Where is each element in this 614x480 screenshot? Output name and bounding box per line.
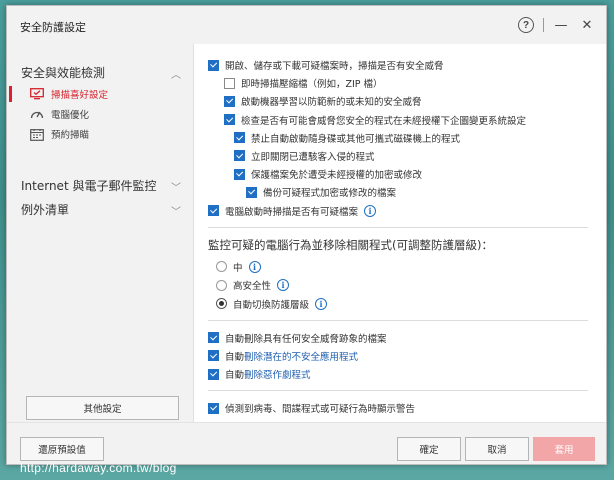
cancel-button[interactable]: 取消 — [465, 437, 529, 461]
ok-button[interactable]: 確定 — [397, 437, 461, 461]
calendar-icon — [29, 127, 45, 141]
joke-programs-link[interactable]: 刪除惡作劇程式 — [244, 367, 311, 381]
checkbox[interactable] — [246, 186, 257, 198]
nav-group-label: 例外清單 — [21, 202, 70, 217]
checkbox[interactable] — [208, 59, 219, 71]
window-title: 安全防護設定 — [20, 21, 86, 34]
sidebar: 安全與效能檢測 ︿ 掃描喜好設定 電腦優化 預約掃瞄 Internet 與電子郵… — [7, 44, 193, 422]
reset-defaults-button[interactable]: 還原預設值 — [20, 437, 104, 461]
divider — [208, 319, 588, 321]
nav-group-label: Internet 與電子郵件監控 — [21, 178, 157, 193]
radio-button[interactable] — [216, 261, 227, 272]
footer: 還原預設值 確定 取消 套用 — [7, 422, 606, 464]
title-divider — [543, 18, 544, 32]
monitor-icon — [29, 87, 45, 101]
sidebar-item-label: 掃描喜好設定 — [51, 90, 109, 101]
option-backup-files: 備份可疑程式加密或修改的檔案 — [208, 184, 606, 200]
option-label: 禁止自動啟動隨身碟或其他可攜式磁碟機上的程式 — [251, 133, 461, 145]
checkbox[interactable] — [208, 350, 219, 362]
option-label: 即時掃描壓縮檔（例如，ZIP 檔） — [241, 79, 383, 91]
checkbox[interactable] — [208, 402, 219, 414]
window-controls: ? — ✕ — [513, 14, 600, 36]
checkbox[interactable] — [208, 332, 219, 344]
info-icon[interactable]: i — [277, 279, 290, 292]
checkbox[interactable] — [208, 205, 219, 216]
radio-button[interactable] — [216, 279, 227, 291]
chevron-up-icon: ︿ — [171, 70, 181, 81]
radio-button[interactable] — [216, 298, 227, 310]
option-label: 檢查是否有可能會威脅您安全的程式在未經授權下企圖變更系統設定 — [241, 115, 527, 127]
behavior-section-title: 監控可疑的電腦行為並移除相關程式(可調整防護層級)： — [208, 237, 493, 252]
radio-label: 自動切換防護層級 — [233, 299, 310, 311]
chevron-down-icon: ﹀ — [171, 207, 181, 218]
option-block-autorun: 禁止自動啟動隨身碟或其他可攜式磁碟機上的程式 — [208, 130, 606, 146]
checkbox[interactable] — [224, 95, 235, 107]
sidebar-item-optimize[interactable]: 電腦優化 — [7, 104, 193, 124]
chevron-down-icon: ﹀ — [171, 183, 181, 194]
nav-group-security[interactable]: 安全與效能檢測 ︿ — [7, 60, 193, 84]
option-label: 開啟、儲存或下載可疑檔案時，掃描是否有安全威脅 — [225, 61, 444, 72]
divider — [208, 226, 588, 228]
option-label: 備份可疑程式加密或修改的檔案 — [263, 188, 397, 200]
option-delete-threats: 自動刪除具有任何安全威脅跡象的檔案 — [208, 330, 606, 346]
help-icon: ? — [518, 17, 534, 33]
option-delete-jokes: 自動 刪除惡作劇程式 — [208, 366, 606, 382]
radio-label: 高安全性 — [233, 281, 272, 293]
option-show-warning: 偵測到病毒、間諜程式或可疑行為時顯示警告 — [208, 400, 606, 416]
title-bar: 安全防護設定 ? — ✕ — [7, 6, 606, 44]
option-label-prefix: 自動 — [225, 351, 245, 363]
apply-button[interactable]: 套用 — [533, 437, 595, 461]
info-icon[interactable]: i — [315, 297, 328, 310]
option-startup-scan: 電腦啟動時掃描是否有可疑檔案 i — [208, 203, 606, 219]
option-label: 立即關閉已遭駭客入侵的程式 — [251, 151, 375, 163]
speedometer-icon — [29, 107, 45, 121]
option-delete-pua: 自動 刪除潛在的不安全應用程式 — [208, 348, 606, 364]
settings-panel: 開啟、儲存或下載可疑檔案時，掃描是否有安全威脅 即時掃描壓縮檔（例如，ZIP 檔… — [193, 44, 606, 422]
option-machine-learning: 啟動機器學習以防範新的或未知的安全威脅 — [208, 93, 606, 109]
option-label: 電腦啟動時掃描是否有可疑檔案 — [225, 206, 359, 218]
sidebar-item-label: 預約掃瞄 — [51, 130, 90, 141]
other-settings-button[interactable]: 其他設定 — [26, 396, 179, 420]
radio-option-high: 高安全性 i — [208, 277, 606, 293]
radio-option-auto: 自動切換防護層級 i — [208, 296, 606, 312]
option-label: 自動刪除具有任何安全威脅跡象的檔案 — [225, 333, 387, 345]
checkbox[interactable] — [208, 368, 219, 380]
close-button[interactable]: ✕ — [574, 14, 600, 36]
option-label: 偵測到病毒、間諜程式或可疑行為時顯示警告 — [225, 404, 416, 416]
option-protect-files: 保護檔案免於遭受未經授權的加密或修改 — [208, 166, 606, 182]
pua-link[interactable]: 刪除潛在的不安全應用程式 — [244, 349, 358, 363]
settings-window: 安全防護設定 ? — ✕ 安全與效能檢測 ︿ 掃描喜好設定 電腦優化 預約掃瞄 … — [6, 5, 607, 465]
sidebar-item-scan-preferences[interactable]: 掃描喜好設定 — [7, 84, 193, 104]
radio-label: 中 — [233, 262, 243, 274]
info-icon[interactable]: i — [248, 260, 261, 273]
sidebar-item-scheduled-scan[interactable]: 預約掃瞄 — [7, 124, 193, 144]
radio-option-medium: 中 i — [208, 259, 606, 275]
checkbox[interactable] — [234, 168, 245, 180]
option-close-hacked: 立即關閉已遭駭客入侵的程式 — [208, 148, 606, 164]
info-icon[interactable]: i — [364, 204, 377, 217]
checkbox[interactable] — [234, 150, 245, 162]
minimize-icon: — — [554, 17, 568, 33]
option-scan-on-open: 開啟、儲存或下載可疑檔案時，掃描是否有安全威脅 — [208, 57, 606, 73]
option-label-prefix: 自動 — [225, 370, 245, 382]
divider — [208, 390, 588, 392]
help-button[interactable]: ? — [513, 14, 539, 36]
sidebar-item-label: 電腦優化 — [51, 110, 90, 121]
minimize-button[interactable]: — — [548, 14, 574, 36]
nav-group-internet[interactable]: Internet 與電子郵件監控 ﹀ — [7, 173, 193, 197]
nav-group-exceptions[interactable]: 例外清單 ﹀ — [7, 197, 193, 221]
option-scan-zip: 即時掃描壓縮檔（例如，ZIP 檔） — [208, 75, 606, 91]
checkbox[interactable] — [234, 132, 245, 144]
checkbox[interactable] — [224, 114, 235, 126]
option-label: 啟動機器學習以防範新的或未知的安全威脅 — [241, 97, 422, 109]
nav-group-label: 安全與效能檢測 — [21, 65, 106, 80]
watermark-text: http://hardaway.com.tw/blog — [20, 461, 177, 475]
option-system-changes: 檢查是否有可能會威脅您安全的程式在未經授權下企圖變更系統設定 — [208, 112, 606, 128]
option-label: 保護檔案免於遭受未經授權的加密或修改 — [251, 170, 423, 182]
close-icon: ✕ — [581, 17, 593, 33]
checkbox[interactable] — [224, 77, 235, 89]
